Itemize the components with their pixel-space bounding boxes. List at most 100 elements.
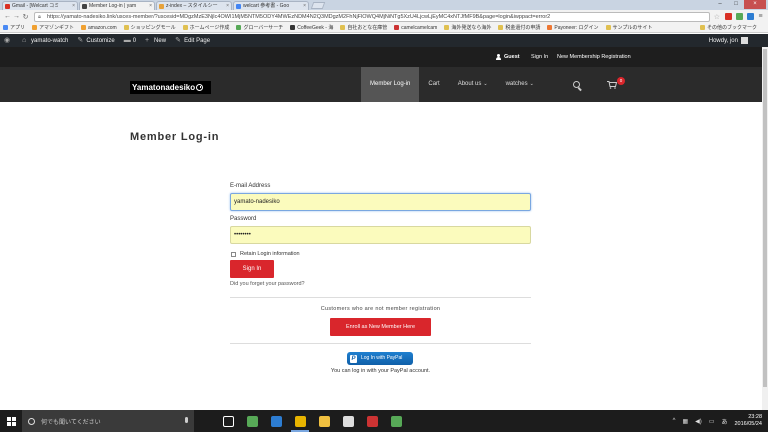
browser-tab[interactable]: Gmail - [Welcart コミ ×: [2, 1, 78, 10]
window-controls: – □ ×: [712, 0, 766, 9]
site-logo[interactable]: Yamatonadesiko: [130, 81, 211, 94]
admin-customize-link[interactable]: ✎ Customize: [77, 37, 114, 44]
cart-icon[interactable]: [607, 81, 617, 89]
bookmark-icon: [340, 25, 346, 30]
menu-item[interactable]: watches ⌄: [497, 67, 543, 102]
start-button[interactable]: [0, 410, 22, 432]
forward-icon[interactable]: →: [12, 13, 21, 20]
extension-icon[interactable]: [736, 13, 743, 20]
bookmark-icon: [444, 25, 450, 30]
bookmark-icon: [32, 25, 38, 30]
store-icon[interactable]: [240, 410, 264, 432]
paypal-icon: P: [350, 354, 357, 363]
reload-icon[interactable]: ↻: [21, 13, 30, 21]
scrollbar-thumb[interactable]: [763, 49, 767, 387]
keyboard-icon[interactable]: ▭: [709, 418, 715, 425]
bookmark-item[interactable]: amazon.com: [81, 25, 117, 31]
chevron-down-icon: ⌄: [529, 81, 534, 87]
page-scrollbar[interactable]: [762, 47, 768, 410]
clock-icon: [196, 84, 204, 91]
network-icon[interactable]: ▦: [682, 418, 688, 425]
bookmark-item[interactable]: 自社おとな在庫管: [340, 24, 387, 31]
admin-site-link[interactable]: ⌂ yamato-watch: [22, 36, 68, 44]
email-field[interactable]: yamato-nadesiko: [230, 193, 531, 211]
browser-tab[interactable]: Member Log-in | yam ×: [79, 1, 155, 10]
menu-item[interactable]: Member Log-in: [361, 67, 420, 102]
volume-icon[interactable]: ◀): [695, 418, 702, 425]
back-icon[interactable]: ←: [3, 13, 12, 20]
browser-tab[interactable]: welcart 参考書 - Goo ×: [233, 1, 309, 10]
close-tab-icon[interactable]: ×: [303, 2, 306, 10]
bookmark-item[interactable]: camelcamelcam: [394, 25, 437, 31]
taskbar-apps: [216, 410, 408, 432]
bookmark-item[interactable]: アプリ: [3, 24, 25, 31]
bookmark-item[interactable]: ショッピングモール: [123, 24, 176, 31]
tab-title: z-index – スタイルシー: [166, 3, 218, 9]
microphone-icon[interactable]: [185, 417, 188, 423]
close-tab-icon[interactable]: ×: [149, 2, 152, 10]
calculator-icon[interactable]: [336, 410, 360, 432]
info-app-icon[interactable]: [264, 410, 288, 432]
minimize-icon[interactable]: –: [712, 0, 728, 9]
address-bar[interactable]: 🔒︎ https://yamato-nadesiko.link/usces-me…: [34, 11, 710, 22]
extension-icon[interactable]: [747, 13, 754, 20]
maximize-icon[interactable]: □: [728, 0, 744, 9]
bookmark-item[interactable]: アマゾンギフト: [32, 24, 74, 31]
taskbar-search[interactable]: 何でも聞いてください: [22, 410, 194, 432]
extension-icon[interactable]: [725, 13, 732, 20]
file-explorer-icon[interactable]: [312, 410, 336, 432]
plus-icon: +: [145, 36, 150, 44]
lock-icon: 🔒︎: [38, 13, 41, 20]
menu-item[interactable]: About us ⌄: [449, 67, 497, 102]
wp-logo-icon[interactable]: ◉: [4, 37, 13, 44]
clock-time: 23:28: [748, 414, 762, 420]
home-icon: ⌂: [22, 36, 27, 44]
close-tab-icon[interactable]: ×: [226, 2, 229, 10]
divider: [230, 343, 531, 344]
top-signin-link[interactable]: Sign In: [531, 54, 548, 60]
windows-logo-icon: [6, 416, 16, 426]
admin-comments-link[interactable]: ▬ 0: [124, 37, 136, 44]
browser-toolbar: ← → ↻ 🔒︎ https://yamato-nadesiko.link/us…: [0, 10, 768, 23]
tray-arrow-icon[interactable]: ^: [673, 418, 676, 424]
bookmark-icon: [394, 25, 400, 30]
photos-icon[interactable]: [360, 410, 384, 432]
close-tab-icon[interactable]: ×: [72, 2, 75, 10]
task-view-icon[interactable]: [216, 410, 240, 432]
menu-icon[interactable]: ≡: [756, 13, 765, 20]
bookmark-item[interactable]: CoffeeGeek - 海: [290, 24, 333, 31]
non-member-text: Customers who are not member registratio…: [320, 306, 441, 312]
paypal-login-button[interactable]: P Log In with PayPal: [347, 352, 413, 365]
bookmark-item[interactable]: グローバーサーチ: [236, 24, 283, 31]
forgot-password-link[interactable]: Did you forget your password?: [230, 281, 305, 287]
enroll-button[interactable]: Enroll as New Member Here: [330, 318, 431, 336]
paypal-note: You can log in with your PayPal account.: [330, 368, 431, 374]
bookmark-item[interactable]: 税金還付の申請: [498, 24, 540, 31]
bookmark-item[interactable]: Payoneer: ログイン: [547, 24, 599, 31]
bookmark-item[interactable]: ホームページ作成: [182, 24, 229, 31]
bookmark-star-icon[interactable]: ☆: [714, 13, 720, 21]
browser-tab[interactable]: z-index – スタイルシー ×: [156, 1, 232, 10]
top-register-link[interactable]: New Membership Registration: [557, 54, 631, 60]
system-tray: ^ ▦ ◀) ▭ あ 23:28 2016/05/24: [673, 410, 762, 432]
new-tab-button[interactable]: [310, 2, 326, 9]
taskbar-clock[interactable]: 23:28 2016/05/24: [734, 414, 762, 428]
ime-indicator[interactable]: あ: [721, 417, 727, 426]
retain-login-checkbox[interactable]: [231, 251, 236, 257]
bookmark-item[interactable]: 海外発送なら海外: [444, 24, 491, 31]
chrome-icon[interactable]: [288, 410, 312, 432]
signin-button[interactable]: Sign In: [230, 260, 274, 278]
admin-account-menu[interactable]: Howdy, jon: [709, 37, 748, 44]
admin-new-link[interactable]: + New: [145, 36, 166, 44]
windows-app-icon[interactable]: [384, 410, 408, 432]
page-title: Member Log-in: [130, 131, 220, 143]
other-bookmarks[interactable]: その他のブックマーク: [699, 24, 757, 31]
close-window-icon[interactable]: ×: [744, 0, 766, 9]
bookmark-icon: [290, 25, 296, 30]
bookmark-icon: [123, 25, 129, 30]
menu-item[interactable]: Cart: [419, 67, 448, 102]
search-icon[interactable]: [573, 81, 580, 88]
bookmark-item[interactable]: サンプルのサイト: [605, 24, 652, 31]
admin-edit-page-link[interactable]: ✎ Edit Page: [175, 37, 210, 44]
password-field[interactable]: ••••••••: [230, 226, 531, 244]
